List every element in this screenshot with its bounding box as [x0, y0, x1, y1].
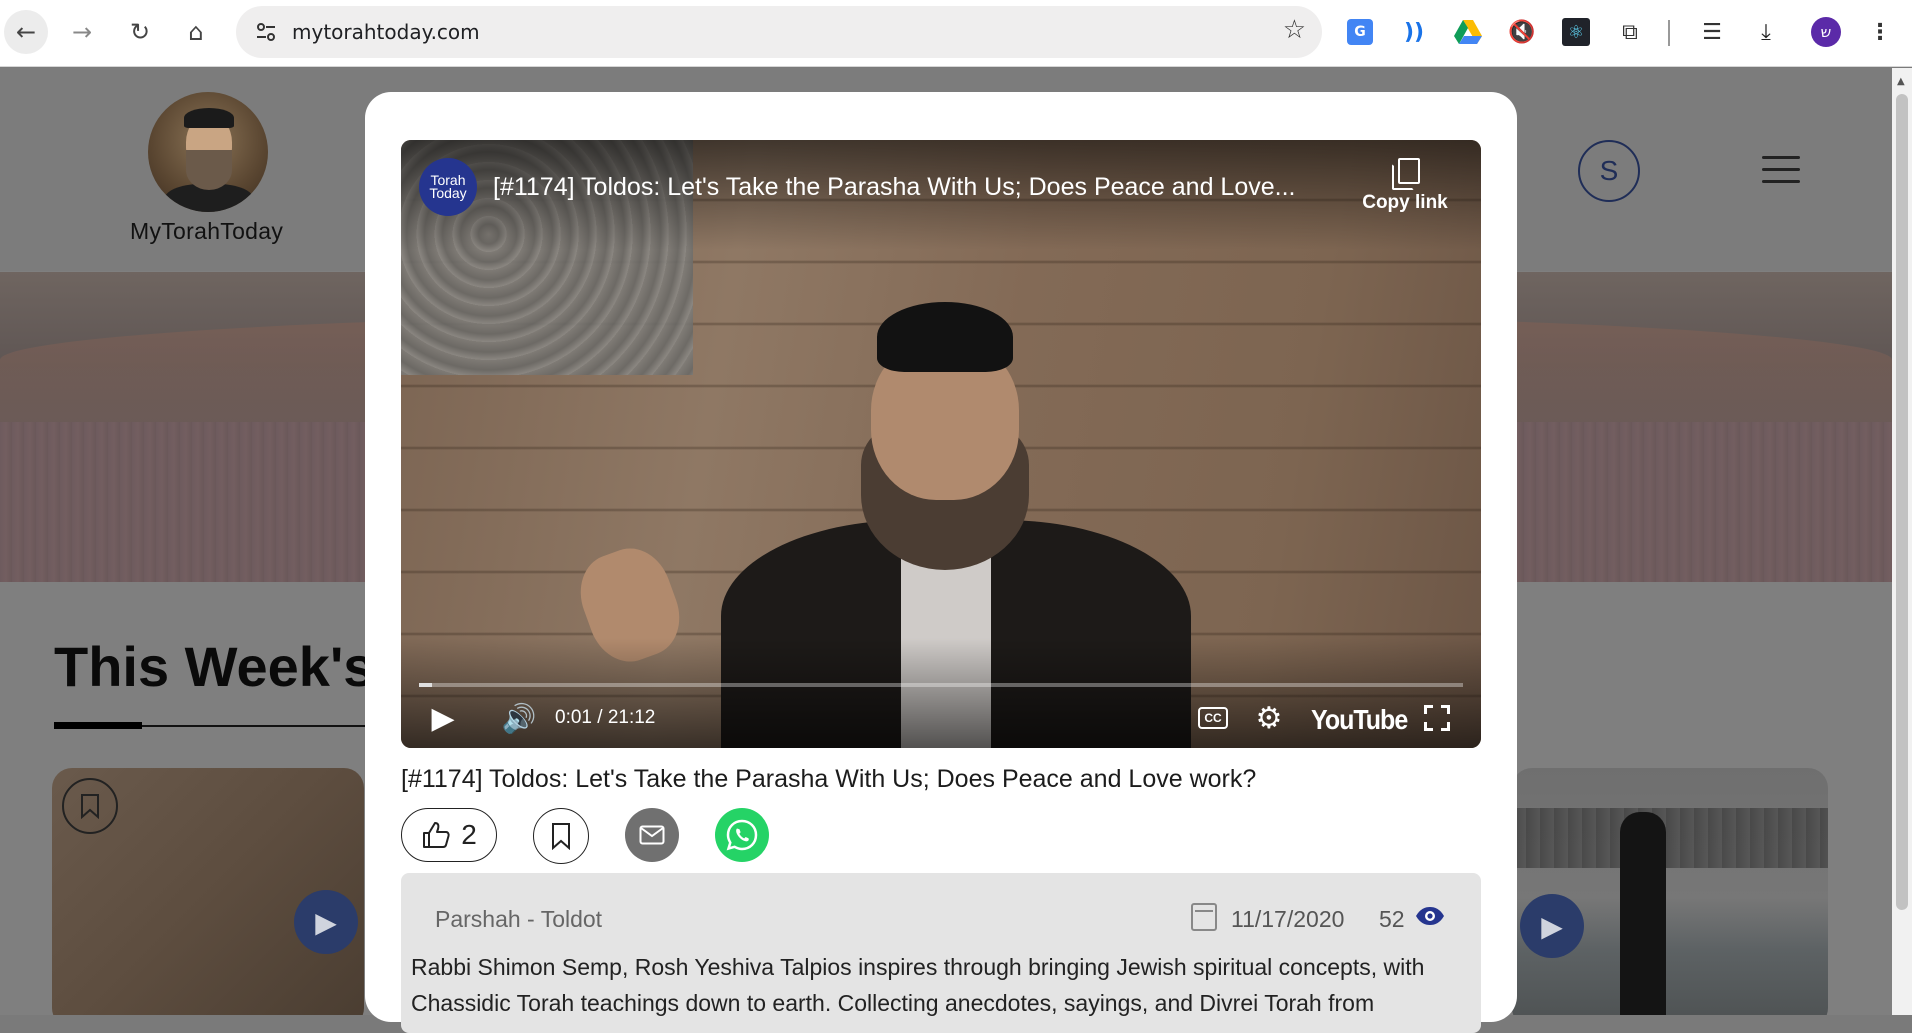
scrollbar-thumb[interactable]	[1896, 94, 1908, 910]
copy-link-button[interactable]: Copy link	[1355, 158, 1455, 214]
forward-arrow-icon[interactable]: →	[60, 10, 104, 54]
youtube-player[interactable]: Torah Today [#1174] Toldos: Let's Take t…	[401, 140, 1481, 748]
google-translate-icon[interactable]: G	[1342, 14, 1378, 50]
channel-logo-text-2: Today	[429, 185, 467, 201]
eye-icon	[1415, 901, 1445, 931]
video-description: Rabbi Shimon Semp, Rosh Yeshiva Talpios …	[411, 954, 1425, 1016]
page-scrollbar[interactable]: ▲	[1892, 68, 1912, 1015]
captions-icon[interactable]: CC	[1193, 698, 1233, 738]
channel-logo[interactable]: Torah Today	[419, 158, 477, 216]
reload-icon[interactable]: ↻	[118, 10, 162, 54]
captions-label: CC	[1198, 707, 1228, 729]
section-title: This Week's	[54, 635, 375, 698]
copy-link-label: Copy link	[1362, 192, 1448, 213]
profile-initial: ש	[1811, 17, 1841, 47]
video-card[interactable]: ▶	[52, 768, 364, 1015]
user-avatar-button[interactable]: S	[1578, 140, 1640, 202]
home-icon[interactable]: ⌂	[174, 10, 218, 54]
site-logo-avatar[interactable]	[148, 92, 268, 212]
play-icon[interactable]: ▶	[423, 698, 463, 738]
video-title[interactable]: [#1174] Toldos: Let's Take the Parasha W…	[493, 173, 1353, 202]
like-count: 2	[461, 819, 477, 850]
play-icon[interactable]: ▶	[1520, 894, 1584, 958]
read-aloud-icon[interactable]: ))	[1396, 14, 1432, 50]
gear-icon[interactable]: ⚙	[1249, 698, 1289, 738]
video-time: 0:01 / 21:12	[555, 707, 656, 728]
like-button[interactable]: 2	[401, 808, 497, 862]
mute-tab-icon[interactable]: 🔇	[1504, 14, 1540, 50]
modal-video-title: [#1174] Toldos: Let's Take the Parasha W…	[401, 765, 1257, 793]
download-icon[interactable]: ⤓	[1748, 14, 1784, 50]
kebab-menu-icon[interactable]: ⋮	[1862, 14, 1898, 50]
copy-icon	[1392, 158, 1420, 190]
url-text[interactable]: mytorahtoday.com	[292, 20, 480, 44]
react-devtools-icon[interactable]: ⚛	[1558, 14, 1594, 50]
parshah-category[interactable]: Parshah - Toldot	[435, 906, 602, 933]
bookmark-button[interactable]	[533, 808, 589, 864]
email-share-button[interactable]	[625, 808, 679, 862]
profile-avatar[interactable]: ש	[1808, 14, 1844, 50]
volume-icon[interactable]: 🔊	[497, 698, 541, 738]
whatsapp-icon	[726, 819, 758, 851]
video-progress-bar[interactable]	[419, 683, 1463, 687]
address-bar[interactable]: mytorahtoday.com ☆	[236, 6, 1322, 58]
site-settings-icon[interactable]	[252, 18, 280, 46]
media-queue-icon[interactable]: ☰	[1694, 14, 1730, 50]
bookmark-star-icon[interactable]: ☆	[1283, 15, 1306, 45]
video-modal: Torah Today [#1174] Toldos: Let's Take t…	[365, 92, 1517, 1033]
video-progress-fill	[419, 683, 432, 687]
view-count: 52	[1379, 906, 1405, 932]
bookmark-icon[interactable]	[62, 778, 118, 834]
publish-date: 11/17/2020	[1231, 906, 1345, 932]
video-info-box: Parshah - Toldot 11/17/2020 52 Rabbi Shi…	[401, 873, 1481, 1033]
calendar-icon	[1191, 903, 1217, 931]
fullscreen-icon[interactable]	[1417, 698, 1457, 738]
site-name[interactable]: MyTorahToday	[130, 218, 283, 245]
scroll-up-arrow-icon[interactable]: ▲	[1897, 76, 1905, 87]
google-drive-icon[interactable]	[1450, 14, 1486, 50]
video-card[interactable]: ▶	[1512, 768, 1828, 1015]
play-icon[interactable]: ▶	[294, 890, 358, 954]
section-underline-accent	[54, 722, 142, 729]
back-arrow-icon[interactable]: ←	[4, 10, 48, 54]
extensions-puzzle-icon[interactable]: ⧉	[1612, 14, 1648, 50]
youtube-logo[interactable]: YouTube	[1311, 704, 1408, 736]
thumbs-up-icon	[423, 822, 450, 848]
bookmark-icon	[552, 823, 570, 850]
hamburger-menu-icon[interactable]	[1762, 156, 1800, 184]
mail-icon	[639, 825, 665, 845]
whatsapp-share-button[interactable]	[715, 808, 769, 862]
browser-toolbar: ← → ↻ ⌂ mytorahtoday.com ☆ G )) 🔇 ⚛ ⧉ ☰ …	[0, 0, 1912, 67]
toolbar-divider	[1668, 20, 1670, 46]
